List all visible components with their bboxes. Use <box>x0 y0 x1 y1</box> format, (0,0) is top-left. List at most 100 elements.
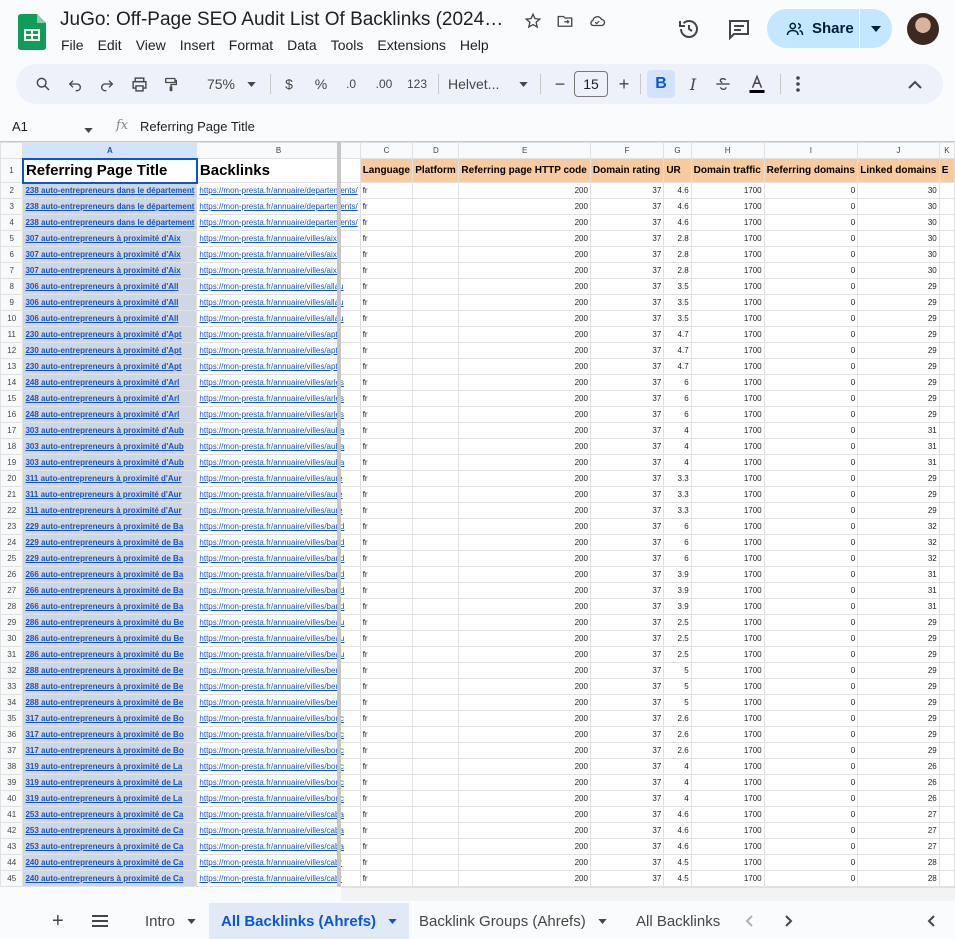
title-cell[interactable]: 306 auto-entrepreneurs à proximité d'All <box>22 278 198 295</box>
backlink-cell[interactable]: https://mon-presta.fr/annuaire/villes/al… <box>196 294 361 311</box>
referring-domains-cell[interactable]: 0 <box>763 774 859 791</box>
backlink-cell[interactable]: https://mon-presta.fr/annuaire/villes/bo… <box>196 726 361 743</box>
domain-traffic-cell[interactable]: 1700 <box>690 182 765 199</box>
ur-cell[interactable]: 2.6 <box>663 710 692 727</box>
row-header[interactable]: 2 <box>0 182 24 199</box>
row-header[interactable]: 33 <box>0 678 24 695</box>
ur-cell[interactable]: 3.5 <box>663 278 692 295</box>
all-sheets-menu-icon[interactable] <box>92 903 108 939</box>
domain-rating-cell[interactable]: 37 <box>589 278 665 295</box>
http-code-cell[interactable]: 200 <box>458 774 591 791</box>
domain-traffic-cell[interactable]: 1700 <box>690 646 765 663</box>
linked-domains-cell[interactable]: 31 <box>857 566 940 583</box>
domain-traffic-cell[interactable]: 1700 <box>690 742 765 759</box>
http-code-cell[interactable]: 200 <box>458 614 591 631</box>
http-code-cell[interactable]: 200 <box>458 182 591 199</box>
language-cell[interactable]: fr <box>359 742 414 759</box>
row-header[interactable]: 22 <box>0 502 24 519</box>
backlink-cell[interactable]: https://mon-presta.fr/annuaire/villes/ai… <box>196 262 361 279</box>
referring-domains-cell[interactable]: 0 <box>763 566 859 583</box>
domain-rating-cell[interactable]: 37 <box>589 230 665 247</box>
menu-insert[interactable]: Insert <box>180 37 215 53</box>
row-header[interactable]: 28 <box>0 598 24 615</box>
column-header-k[interactable]: K <box>938 142 955 159</box>
domain-traffic-cell[interactable]: 1700 <box>690 726 765 743</box>
linked-domains-cell[interactable]: 28 <box>857 870 940 887</box>
cell-k[interactable] <box>938 646 955 663</box>
backlink-cell[interactable]: https://mon-presta.fr/annuaire/villes/ar… <box>196 390 361 407</box>
platform-cell[interactable] <box>412 454 460 471</box>
row-header[interactable]: 31 <box>0 646 24 663</box>
column-header-d[interactable]: D <box>412 142 460 159</box>
http-code-cell[interactable]: 200 <box>458 694 591 711</box>
language-cell[interactable]: fr <box>359 326 414 343</box>
cell-k[interactable] <box>938 614 955 631</box>
menu-data[interactable]: Data <box>287 37 317 53</box>
referring-domains-cell[interactable]: 0 <box>763 646 859 663</box>
domain-traffic-cell[interactable]: 1700 <box>690 806 765 823</box>
language-cell[interactable]: fr <box>359 678 414 695</box>
backlink-cell[interactable]: https://mon-presta.fr/annuaire/villes/ca… <box>196 822 361 839</box>
backlink-cell[interactable]: https://mon-presta.fr/annuaire/villes/be… <box>196 646 361 663</box>
referring-domains-cell[interactable]: 0 <box>763 838 859 855</box>
spreadsheet-grid[interactable]: A B C D E F G H I J K 1 Referring Page T… <box>0 141 955 887</box>
cell-k[interactable] <box>938 694 955 711</box>
language-cell[interactable]: fr <box>359 550 414 567</box>
domain-rating-cell[interactable]: 37 <box>589 694 665 711</box>
http-code-cell[interactable]: 200 <box>458 662 591 679</box>
http-code-cell[interactable]: 200 <box>458 854 591 871</box>
title-cell[interactable]: 229 auto-entrepreneurs à proximité de Ba <box>22 534 198 551</box>
linked-domains-cell[interactable]: 30 <box>857 198 940 215</box>
title-cell[interactable]: 319 auto-entrepreneurs à proximité de La <box>22 790 198 807</box>
ur-cell[interactable]: 4 <box>663 422 692 439</box>
backlink-cell[interactable]: https://mon-presta.fr/annuaire/villes/ar… <box>196 406 361 423</box>
menu-edit[interactable]: Edit <box>98 37 122 53</box>
ur-cell[interactable]: 4.6 <box>663 182 692 199</box>
http-code-cell[interactable]: 200 <box>458 582 591 599</box>
platform-cell[interactable] <box>412 838 460 855</box>
language-cell[interactable]: fr <box>359 694 414 711</box>
collapse-toolbar-icon[interactable] <box>904 72 926 96</box>
http-code-cell[interactable]: 200 <box>458 758 591 775</box>
domain-rating-cell[interactable]: 37 <box>589 646 665 663</box>
language-cell[interactable]: fr <box>359 502 414 519</box>
ur-cell[interactable]: 6 <box>663 534 692 551</box>
backlink-cell[interactable]: https://mon-presta.fr/annuaire/villes/ba… <box>196 534 361 551</box>
backlink-cell[interactable]: https://mon-presta.fr/annuaire/villes/bo… <box>196 758 361 775</box>
backlink-cell[interactable]: https://mon-presta.fr/annuaire/villes/al… <box>196 278 361 295</box>
platform-cell[interactable] <box>412 358 460 375</box>
http-code-cell[interactable]: 200 <box>458 326 591 343</box>
referring-domains-cell[interactable]: 0 <box>763 326 859 343</box>
referring-domains-cell[interactable]: 0 <box>763 182 859 199</box>
referring-domains-cell[interactable]: 0 <box>763 374 859 391</box>
backlink-cell[interactable]: https://mon-presta.fr/annuaire/villes/ba… <box>196 582 361 599</box>
percent-format-button[interactable]: % <box>310 72 332 96</box>
ur-cell[interactable]: 4.6 <box>663 838 692 855</box>
linked-domains-cell[interactable]: 29 <box>857 646 940 663</box>
backlink-cell[interactable]: https://mon-presta.fr/annuaire/villes/au… <box>196 438 361 455</box>
domain-traffic-cell[interactable]: 1700 <box>690 566 765 583</box>
ur-cell[interactable]: 2.6 <box>663 726 692 743</box>
domain-traffic-cell[interactable]: 1700 <box>690 262 765 279</box>
platform-cell[interactable] <box>412 310 460 327</box>
title-cell[interactable]: 303 auto-entrepreneurs à proximité d'Aub <box>22 422 198 439</box>
header-cell-referring-page-title[interactable]: Referring Page Title <box>21 157 198 184</box>
http-code-cell[interactable]: 200 <box>458 470 591 487</box>
title-cell[interactable]: 303 auto-entrepreneurs à proximité d'Aub <box>22 454 198 471</box>
backlink-cell[interactable]: https://mon-presta.fr/annuaire/departeme… <box>196 214 361 231</box>
column-header-f[interactable]: F <box>589 142 665 159</box>
increase-font-size-icon[interactable]: + <box>614 72 634 96</box>
backlink-cell[interactable]: https://mon-presta.fr/annuaire/villes/ba… <box>196 550 361 567</box>
linked-domains-cell[interactable]: 30 <box>857 246 940 263</box>
domain-rating-cell[interactable]: 37 <box>589 534 665 551</box>
http-code-cell[interactable]: 200 <box>458 742 591 759</box>
domain-rating-cell[interactable]: 37 <box>589 758 665 775</box>
cell-k[interactable] <box>938 742 955 759</box>
cell-k[interactable] <box>938 278 955 295</box>
linked-domains-cell[interactable]: 29 <box>857 406 940 423</box>
title-cell[interactable]: 288 auto-entrepreneurs à proximité de Be <box>22 678 198 695</box>
referring-domains-cell[interactable]: 0 <box>763 358 859 375</box>
name-box[interactable]: A1 <box>12 119 28 134</box>
domain-rating-cell[interactable]: 37 <box>589 486 665 503</box>
ur-cell[interactable]: 4.6 <box>663 822 692 839</box>
